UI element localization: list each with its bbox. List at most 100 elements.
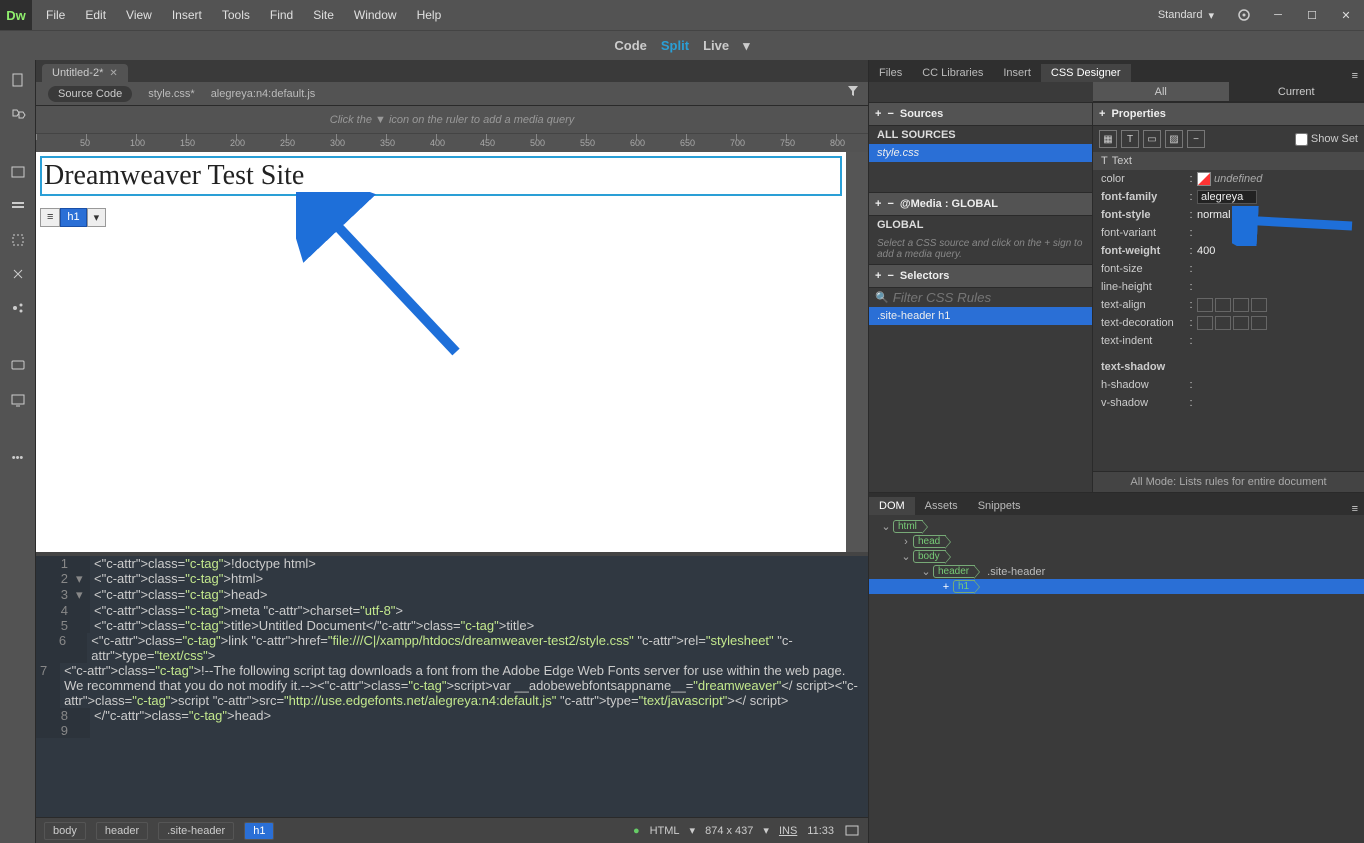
maximize-button[interactable]: ☐	[1298, 4, 1326, 26]
panel-menu-icon[interactable]: ≡	[1346, 70, 1364, 82]
selector-siteheader-h1[interactable]: .site-header h1	[869, 307, 1092, 325]
menu-help[interactable]: Help	[407, 0, 452, 30]
chevron-down-icon[interactable]: ⌄	[879, 520, 893, 533]
crumb-header[interactable]: header	[96, 822, 148, 840]
plus-icon[interactable]: +	[1099, 108, 1105, 120]
view-dropdown-icon[interactable]: ▾	[743, 38, 750, 54]
panel-tab-dom[interactable]: DOM	[869, 497, 915, 515]
source-code-button[interactable]: Source Code	[48, 86, 132, 102]
related-css[interactable]: style.css*	[148, 88, 194, 100]
menu-site[interactable]: Site	[303, 0, 344, 30]
panel-tab-assets[interactable]: Assets	[915, 497, 968, 515]
panel-tab-snippets[interactable]: Snippets	[968, 497, 1031, 515]
fontfamily-input[interactable]	[1197, 190, 1257, 204]
manage-sites-icon[interactable]	[8, 104, 28, 124]
menu-edit[interactable]: Edit	[75, 0, 116, 30]
deco-overline-icon[interactable]	[1233, 316, 1249, 330]
close-tab-icon[interactable]: ✕	[109, 68, 117, 79]
minus-icon[interactable]: −	[887, 198, 893, 210]
live-view-icon[interactable]	[8, 196, 28, 216]
preview-device-icon[interactable]	[844, 823, 860, 839]
chevron-right-icon[interactable]: ›	[899, 536, 913, 548]
inspect-icon[interactable]	[8, 230, 28, 250]
collapse-icon[interactable]	[8, 264, 28, 284]
format-icon[interactable]	[8, 298, 28, 318]
panel-tab-files[interactable]: Files	[869, 64, 912, 82]
status-lang[interactable]: HTML	[650, 825, 680, 837]
close-button[interactable]: ✕	[1332, 4, 1360, 26]
panel-menu-icon[interactable]: ≡	[1346, 503, 1364, 515]
panel-tab-insert[interactable]: Insert	[993, 64, 1041, 82]
document-tab[interactable]: Untitled-2* ✕	[42, 64, 128, 82]
dom-body[interactable]: body	[913, 550, 946, 563]
media-global[interactable]: GLOBAL	[869, 216, 1092, 234]
prop-fontfamily-value[interactable]	[1197, 190, 1356, 204]
border-category-icon[interactable]: ▭	[1143, 130, 1161, 148]
dom-header[interactable]: header	[933, 565, 975, 578]
plus-icon[interactable]: +	[875, 108, 881, 120]
align-right-icon[interactable]	[1233, 298, 1249, 312]
deco-strike-icon[interactable]	[1251, 316, 1267, 330]
code-editor[interactable]: 1<"c-attr">class="c-tag">!doctype html>2…	[36, 552, 868, 817]
prop-textdeco-value[interactable]	[1197, 316, 1356, 330]
color-swatch-icon[interactable]	[1197, 172, 1211, 186]
menu-tools[interactable]: Tools	[212, 0, 260, 30]
source-stylecss[interactable]: style.css	[869, 144, 1092, 162]
expand-icon[interactable]	[8, 162, 28, 182]
element-tag-badge[interactable]: h1	[60, 208, 86, 227]
panel-tab-cclib[interactable]: CC Libraries	[912, 64, 993, 82]
prop-fontweight-value[interactable]: 400	[1197, 245, 1356, 257]
workspace-switcher[interactable]: Standard ▾	[1148, 5, 1224, 26]
minus-icon[interactable]: −	[887, 270, 893, 282]
h1-element-selected[interactable]: Dreamweaver Test Site	[40, 156, 842, 196]
cssdes-tab-all[interactable]: All	[1093, 82, 1229, 101]
menu-file[interactable]: File	[36, 0, 75, 30]
plus-icon[interactable]: +	[875, 198, 881, 210]
menu-view[interactable]: View	[116, 0, 162, 30]
chevron-down-icon[interactable]: ⌄	[899, 550, 913, 563]
more-category-icon[interactable]: −	[1187, 130, 1205, 148]
view-split[interactable]: Split	[661, 38, 689, 53]
plus-icon[interactable]: +	[875, 270, 881, 282]
prop-textalign-value[interactable]	[1197, 298, 1356, 312]
related-js[interactable]: alegreya:n4:default.js	[211, 88, 316, 100]
show-set-checkbox[interactable]: Show Set	[1295, 133, 1358, 146]
status-size[interactable]: 874 x 437	[705, 825, 753, 837]
element-add-icon[interactable]: ▾	[87, 208, 107, 227]
crumb-siteheader[interactable]: .site-header	[158, 822, 234, 840]
more-icon[interactable]: •••	[8, 448, 28, 468]
dom-html[interactable]: html	[893, 520, 923, 533]
view-code[interactable]: Code	[614, 38, 647, 53]
align-left-icon[interactable]	[1197, 298, 1213, 312]
background-category-icon[interactable]: ▨	[1165, 130, 1183, 148]
comment-icon[interactable]	[8, 356, 28, 376]
cssdes-tab-current[interactable]: Current	[1229, 82, 1364, 101]
menu-insert[interactable]: Insert	[162, 0, 212, 30]
prop-fontstyle-value[interactable]: normal	[1197, 209, 1356, 221]
minimize-button[interactable]: ─	[1264, 4, 1292, 26]
minus-icon[interactable]: −	[887, 108, 893, 120]
element-menu-icon[interactable]: ≡	[40, 208, 60, 227]
prop-color-value[interactable]: undefined	[1197, 172, 1356, 186]
text-category-icon[interactable]: T	[1121, 130, 1139, 148]
menu-find[interactable]: Find	[260, 0, 303, 30]
dom-head[interactable]: head	[913, 535, 946, 548]
crumb-body[interactable]: body	[44, 822, 86, 840]
layout-category-icon[interactable]: ▦	[1099, 130, 1117, 148]
menu-window[interactable]: Window	[344, 0, 407, 30]
filter-css-input[interactable]	[893, 290, 1086, 305]
align-center-icon[interactable]	[1215, 298, 1231, 312]
deco-none-icon[interactable]	[1197, 316, 1213, 330]
filter-icon[interactable]	[846, 84, 860, 98]
dom-h1[interactable]: h1	[953, 580, 975, 593]
preview-icon[interactable]	[8, 390, 28, 410]
chevron-down-icon[interactable]: ⌄	[919, 565, 933, 578]
sync-settings-icon[interactable]	[1230, 4, 1258, 26]
align-justify-icon[interactable]	[1251, 298, 1267, 312]
view-live[interactable]: Live	[703, 38, 729, 53]
file-icon[interactable]	[8, 70, 28, 90]
panel-tab-cssdesigner[interactable]: CSS Designer	[1041, 64, 1131, 82]
status-ins[interactable]: INS	[779, 825, 797, 837]
deco-underline-icon[interactable]	[1215, 316, 1231, 330]
plus-icon[interactable]: +	[939, 581, 953, 593]
